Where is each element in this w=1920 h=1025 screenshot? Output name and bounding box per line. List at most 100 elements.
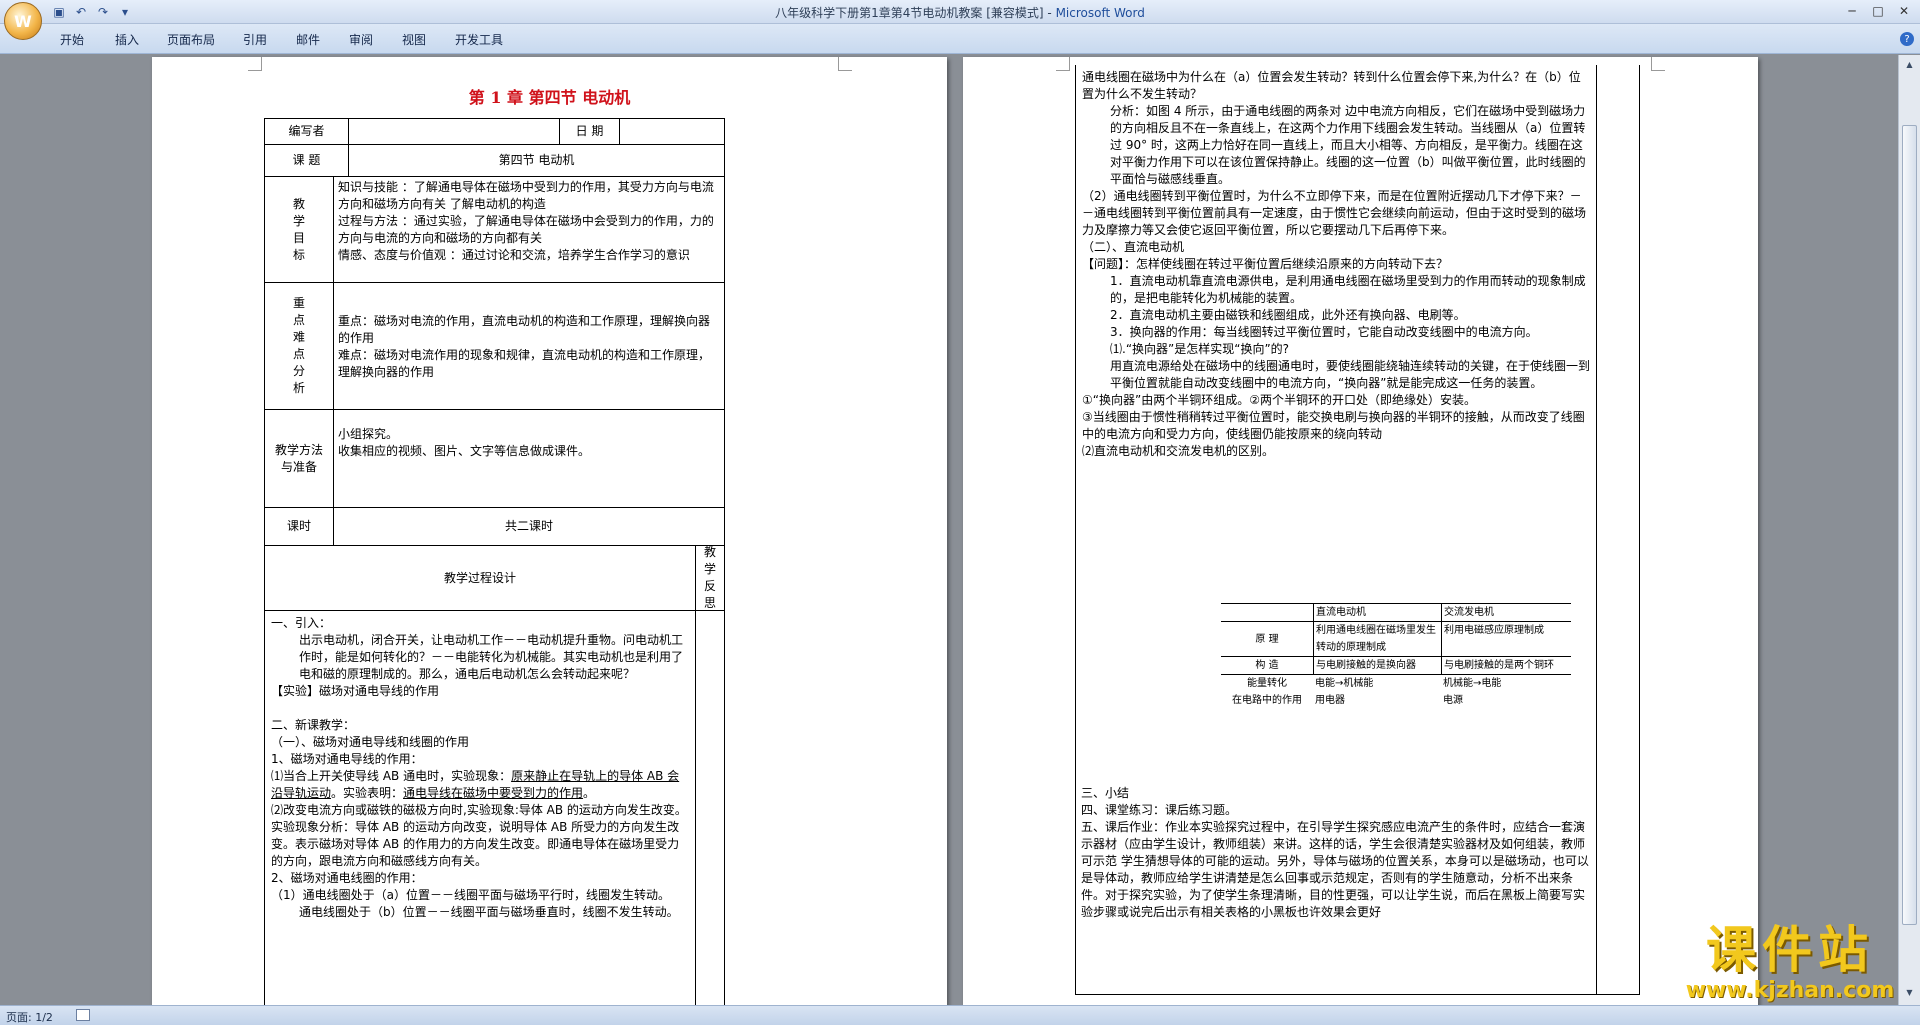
document-title: 第 1 章 第四节 电动机 [468,88,631,107]
author-label: 编写者 [264,118,349,145]
close-icon[interactable]: ✕ [1892,2,1916,20]
analysis-text: 分析：如图 4 所示，由于通电线圈的两条对 边中电流方向相反，它们在磁场中受到磁… [1110,104,1586,186]
proofing-icon[interactable] [76,1009,90,1021]
comparison-table: 直流电动机 交流发电机 原 理 利用通电线圈在磁场里发生转动的原理制成 利用电磁… [1221,603,1571,709]
margin-corner [1056,57,1070,71]
conclusion-lead: 。实验表明： [331,786,404,800]
tab-mailings[interactable]: 邮件 [296,31,320,48]
maximize-icon[interactable]: □ [1866,2,1890,20]
author-value[interactable] [348,118,560,145]
comparison-row: 构 造 与电刷接触的是换向器 与电刷接触的是两个铜环 [1221,657,1571,675]
comparison-heading: ⑵直流电动机和交流发电机的区别。 [1082,444,1275,458]
comparison-header: 交流发电机 [1441,604,1571,621]
comparison-cell: 电能→机械能 [1315,678,1374,689]
method-cell: 小组探究。 收集相应的视频、图片、文字等信息做成课件。 [333,409,725,508]
dc-point-2: 2．直流电动机主要由磁铁和线圈组成，此外还有换向器、电刷等。 [1110,308,1466,322]
date-label: 日 期 [559,118,620,145]
key-points-label: 重 点 难 点 分 析 [264,282,334,410]
goals-label-char: 标 [292,247,305,262]
comparison-cell: 机械能→电能 [1443,678,1502,689]
commutator-parts: ①“换向器”由两个半铜环组成。②两个半铜环的开口处（即绝缘处）安装。 [1082,393,1476,407]
problem-text: 【问题】：怎样使线圈在转过平衡位置后继续沿原来的方向转动下去？ [1082,257,1449,271]
comparison-row-label: 构 造 [1255,660,1279,671]
tab-view[interactable]: 视图 [402,31,426,48]
observation-text: ⑴当合上开关使导线 AB 通电时，实验现象： [271,769,512,783]
observation-1: ⑴当合上开关使导线 AB 通电时，实验现象：原来静止在导轨上的导体 AB 会沿导… [271,768,689,802]
watermark-text: 课件站 [1706,921,1874,979]
page-2: 通电线圈在磁场中为什么在（a）位置会发生转动？转到什么位置会停下来,为什么？在（… [963,57,1758,1005]
subheading-coil: 2、磁场对通电线圈的作用： [271,871,423,885]
goal-knowledge: 知识与技能 ：了解通电导体在磁场中受到力的作用，其受力方向与电流方向和磁场方向有… [338,180,714,211]
commutator-explanation: 用直流电源给处在磁场中的线圈通电时，要使线圈能绕轴连续转动的关键，在于使线圈一到… [1110,359,1591,390]
tab-insert[interactable]: 插入 [115,31,139,48]
status-bar: 页面: 1/2 [0,1005,1920,1025]
reflection-body[interactable] [695,610,725,1005]
minimize-icon[interactable]: ─ [1840,2,1864,20]
dc-point-1: 1．直流电动机靠直流电源供电，是利用通电线圈在磁场里受到力的作用而转动的现象制成… [1110,274,1586,305]
comparison-row: 能量转化 电能→机械能 机械能→电能 [1221,675,1571,692]
goal-attitude: 情感、态度与价值观 ：通过讨论和交流，培养学生合作学习的意识 [338,248,690,262]
comparison-row-label: 原 理 [1255,633,1279,645]
window-controls: ─ □ ✕ [1840,2,1916,20]
comparison-cell: 利用通电线圈在磁场里发生转动的原理制成 [1313,622,1441,656]
comparison-row: 原 理 利用通电线圈在磁场里发生转动的原理制成 利用电磁感应原理制成 [1221,622,1571,657]
commutator-function: ③当线圈由于惯性稍稍转过平衡位置时，能交换电刷与换向器的半铜环的接触，从而改变了… [1082,410,1585,441]
method-item: 小组探究。 [338,427,399,441]
closing-sections: 三、小结 四、课堂练习：课后练习题。 五、课后作业：作业本实验探究过程中，在引导… [1081,785,1593,921]
comparison-cell: 电源 [1443,695,1463,706]
key-label-char: 析 [292,381,305,395]
coil-position-a: （1）通电线圈处于（a）位置－－线圈平面与磁场平行时，线圈发生转动。 [271,888,670,902]
scroll-up-icon[interactable]: ▲ [1902,57,1917,71]
key-label-char: 分 [292,364,305,378]
word-window: W ▣ ↶ ↷ ▾ 八年级科学下册第1章第4节电动机教案 [兼容模式] - Mi… [0,0,1920,1025]
comparison-header-row: 直流电动机 交流发电机 [1221,603,1571,622]
method-item: 收集相应的视频、图片、文字等信息做成课件。 [338,444,591,458]
conclusion-text: 通电导线在磁场中要受到力的作用 [403,786,584,800]
dc-point-3: 3．换向器的作用：每当线圈转过平衡位置时，它能自动改变线圈中的电流方向。 [1110,325,1538,339]
tab-review[interactable]: 审阅 [349,31,373,48]
margin-corner [248,57,262,71]
comparison-cell: 与电刷接触的是换向器 [1313,657,1441,674]
comparison-cell: 与电刷接触的是两个铜环 [1441,657,1571,674]
method-label: 教学方法与准备 [264,409,334,508]
key-label-char: 点 [292,347,305,361]
hours-value: 共二课时 [333,507,725,546]
app-name: Microsoft Word [1055,6,1145,20]
commutator-question: ⑴.“换向器”是怎样实现“换向”的? [1110,342,1290,356]
comparison-row: 在电路中的作用 用电器 电源 [1221,692,1571,709]
tab-home[interactable]: 开始 [60,31,84,48]
section-homework: 五、课后作业：作业本实验探究过程中，在引导学生探究感应电流产生的条件时，应结合一… [1081,820,1589,919]
section-intro: 一、引入： [271,616,332,630]
tab-developer[interactable]: 开发工具 [455,31,503,48]
vertical-scrollbar[interactable]: ▲ ▼ [1898,55,1920,1005]
reflection-header: 教学反思 [695,545,725,611]
subheading-wire: 1、磁场对通电导线的作用： [271,752,423,766]
design-header: 教学过程设计 [264,545,696,611]
tab-page-layout[interactable]: 页面布局 [167,31,215,48]
experiment-title: 【实验】磁场对通电导线的作用 [271,684,440,698]
comparison-header [1221,604,1313,621]
subsection-dc-motor: （二）、直流电动机 [1082,240,1185,254]
question-text: 通电线圈在磁场中为什么在（a）位置会发生转动？转到什么位置会停下来,为什么？在（… [1082,70,1581,101]
key-label-char: 点 [292,313,305,327]
ribbon-tabs: 开始 插入 页面布局 引用 邮件 审阅 视图 开发工具 ? [0,24,1920,54]
goal-process: 过程与方法 ：通过实验，了解通电导体在磁场中会受到力的作用，力的方向与电流的方向… [338,214,714,245]
help-icon[interactable]: ? [1900,32,1914,46]
hours-label: 课时 [264,507,334,546]
goals-label-char: 目 [292,230,305,245]
document-name: 八年级科学下册第1章第4节电动机教案 [兼容模式] - [775,6,1056,20]
comparison-cell: 用电器 [1315,695,1345,706]
page-count[interactable]: 页面: 1/2 [6,1009,53,1025]
margin-corner [838,57,852,71]
comparison-cell: 利用电磁感应原理制成 [1441,622,1571,656]
key-label-char: 重 [292,296,305,310]
reflection-body-continued[interactable] [1596,65,1640,995]
date-value[interactable] [619,118,725,145]
goals-cell: 知识与技能 ：了解通电导体在磁场中受到力的作用，其受力方向与电流方向和磁场方向有… [333,176,725,283]
office-button[interactable]: W [4,2,42,40]
key-label-char: 难 [292,330,305,344]
scroll-thumb[interactable] [1902,125,1917,925]
key-point: 重点：磁场对电流的作用，直流电动机的构造和工作原理，理解换向器的作用 [338,314,711,345]
section-summary: 三、小结 [1081,786,1130,800]
tab-references[interactable]: 引用 [243,31,267,48]
